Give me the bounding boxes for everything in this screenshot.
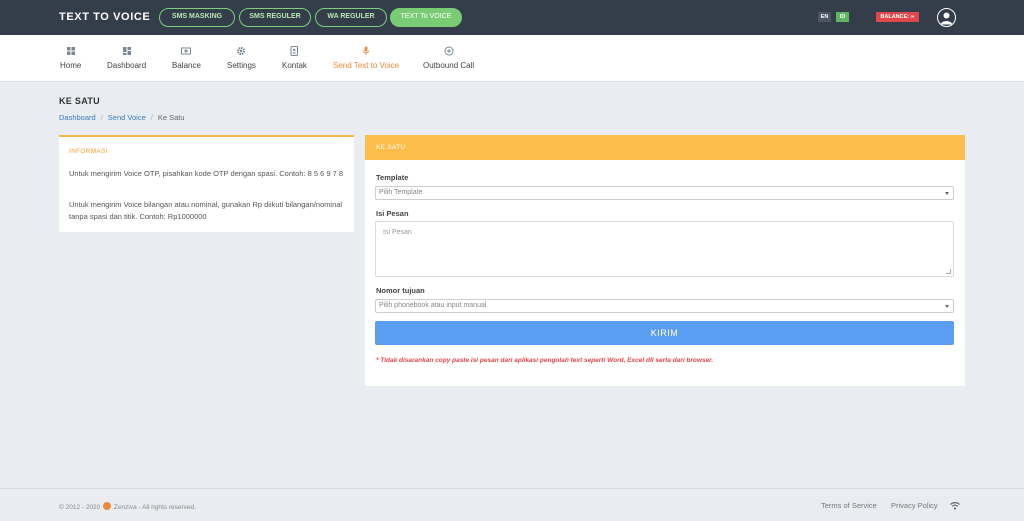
wa-reguler-button[interactable]: WA REGULER (315, 8, 387, 27)
text-to-voice-button[interactable]: TEXT To VOICE (390, 8, 462, 27)
chevron-down-icon (945, 305, 949, 308)
send-voice-form: KE SATU Template Pilih Template Isi Pesa… (365, 135, 965, 386)
gear-icon (237, 47, 246, 55)
user-avatar-icon[interactable] (937, 8, 956, 27)
microphone-icon (362, 46, 370, 56)
nav-dashboard-label: Dashboard (107, 61, 147, 70)
message-label: Isi Pesan (376, 209, 409, 218)
copyright-years: © 2012 - 2020 (59, 504, 101, 511)
nav-kontak[interactable]: Kontak (282, 46, 307, 70)
lang-id-button[interactable]: ID (836, 12, 849, 22)
wifi-icon (950, 502, 960, 510)
template-label: Template (376, 173, 409, 182)
contact-book-icon (290, 46, 299, 56)
lang-en-button[interactable]: EN (818, 12, 831, 22)
breadcrumb-separator: / (150, 113, 153, 122)
message-textarea[interactable]: Isi Pesan (375, 221, 954, 277)
zenziva-logo-icon (103, 502, 112, 510)
destination-select-value: Pilih phonebook atau input manual (379, 302, 487, 309)
nav-home-label: Home (60, 61, 82, 70)
top-bar: TEXT TO VOICE SMS MASKING SMS REGULER WA… (0, 0, 1024, 35)
brand-title: TEXT TO VOICE (59, 11, 151, 23)
destination-select[interactable]: Pilih phonebook atau input manual (375, 299, 954, 313)
main-nav: Home Dashboard Balance Settings Kontak S… (0, 35, 1024, 82)
template-select-value: Pilih Template (379, 189, 423, 196)
destination-label: Nomor tujuan (376, 286, 425, 295)
sms-reguler-button[interactable]: SMS REGULER (239, 8, 311, 27)
warning-note: * Tidak disarankan copy paste isi pesan … (376, 357, 714, 364)
template-select[interactable]: Pilih Template (375, 186, 954, 200)
info-otp-text: Untuk mengirim Voice OTP, pisahkan kode … (69, 169, 344, 178)
nav-send-text-to-voice-label: Send Text to Voice (333, 61, 400, 70)
footer: © 2012 - 2020 Zenziva - All rights reser… (0, 488, 1024, 521)
grid-icon (66, 47, 75, 55)
breadcrumb: Dashboard / Send Voice / Ke Satu (59, 113, 185, 122)
breadcrumb-separator: / (100, 113, 103, 122)
breadcrumb-current: Ke Satu (157, 113, 185, 122)
info-nominal-text: Untuk mengirim Voice bilangan atau nomin… (69, 200, 343, 221)
money-icon (181, 47, 192, 55)
add-circle-icon (444, 46, 454, 56)
terms-link[interactable]: Terms of Service (821, 501, 877, 510)
nav-send-text-to-voice[interactable]: Send Text to Voice (333, 46, 399, 70)
page-title: KE SATU (59, 96, 100, 106)
nav-outbound-call-label: Outbound Call (423, 61, 475, 70)
nav-balance[interactable]: Balance (172, 46, 201, 70)
kirim-button[interactable]: KIRIM (375, 321, 954, 345)
info-title: INFORMASI (69, 148, 108, 155)
info-card: INFORMASI Untuk mengirim Voice OTP, pisa… (59, 135, 354, 232)
chevron-down-icon (945, 192, 949, 195)
breadcrumb-send-voice[interactable]: Send Voice (108, 113, 146, 122)
nav-outbound-call[interactable]: Outbound Call (423, 46, 474, 70)
copyright-text: Zenziva - All rights reserved. (113, 504, 196, 511)
nav-settings[interactable]: Settings (227, 46, 256, 70)
form-header-title: KE SATU (376, 144, 406, 151)
sms-masking-button[interactable]: SMS MASKING (159, 8, 235, 27)
resize-handle-icon[interactable] (946, 269, 951, 274)
copyright: © 2012 - 2020 Zenziva - All rights reser… (59, 502, 196, 511)
message-placeholder: Isi Pesan (383, 229, 412, 236)
dashboard-icon (122, 47, 131, 55)
balance-badge: BALANCE: ∞ (876, 12, 919, 22)
breadcrumb-dashboard[interactable]: Dashboard (59, 113, 96, 122)
privacy-link[interactable]: Privacy Policy (891, 501, 938, 510)
nav-settings-label: Settings (227, 61, 256, 70)
form-header: KE SATU (365, 135, 965, 160)
nav-kontak-label: Kontak (282, 61, 307, 70)
nav-balance-label: Balance (172, 61, 201, 70)
nav-home[interactable]: Home (60, 46, 81, 70)
nav-dashboard[interactable]: Dashboard (107, 46, 146, 70)
